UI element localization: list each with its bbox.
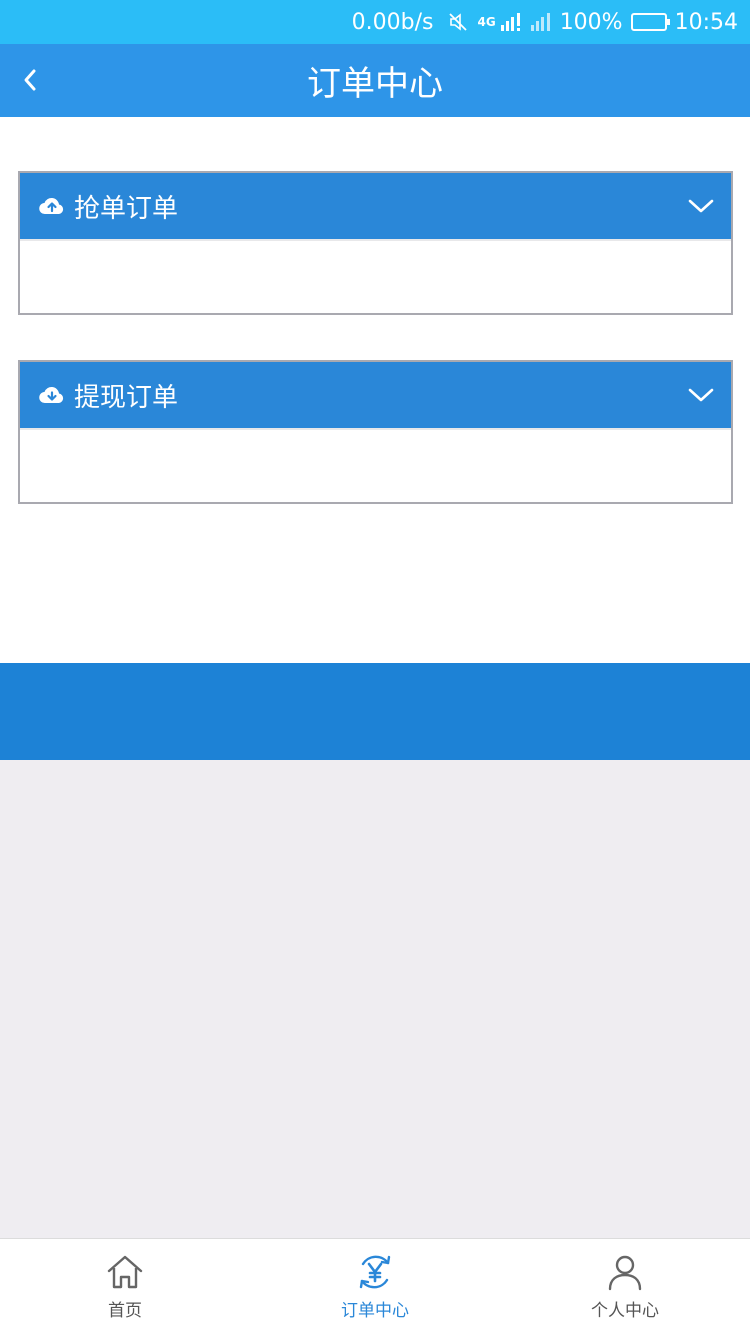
- status-bar: 0.00b/s 4G 100% 10:54: [0, 0, 750, 44]
- cloud-upload-icon: [39, 198, 64, 215]
- page-title: 订单中心: [307, 64, 443, 104]
- user-icon: [608, 1255, 642, 1290]
- battery-icon: [630, 13, 670, 31]
- battery-percent: 100%: [559, 9, 623, 35]
- chevron-down-icon[interactable]: [687, 197, 715, 215]
- grab-orders-header[interactable]: 抢单订单: [20, 173, 731, 241]
- tab-profile-label: 个人中心: [591, 1300, 659, 1321]
- withdraw-orders-header[interactable]: 提现订单: [20, 362, 731, 430]
- signal-icon: [500, 12, 522, 32]
- network-type: 4G: [477, 15, 496, 29]
- main-content: 抢单订单 提现订单: [0, 117, 750, 663]
- tab-order-center-label: 订单中心: [341, 1300, 409, 1321]
- withdraw-orders-label: 提现订单: [74, 382, 179, 413]
- grab-orders-body: [20, 241, 731, 313]
- signal-2-icon: [530, 12, 552, 32]
- yuan-refresh-icon: [359, 1255, 391, 1288]
- withdraw-orders-panel: 提现订单: [18, 360, 733, 504]
- blue-banner: [0, 663, 750, 760]
- mute-icon: [447, 11, 469, 33]
- tab-order-center[interactable]: 订单中心: [250, 1239, 500, 1333]
- tab-profile[interactable]: 个人中心: [500, 1239, 750, 1333]
- chevron-left-icon: [24, 69, 36, 91]
- bottom-tab-bar: 首页 订单中心 个人中心: [0, 1238, 750, 1333]
- chevron-down-icon[interactable]: [687, 386, 715, 404]
- network-speed: 0.00b/s: [351, 9, 434, 35]
- clock: 10:54: [674, 9, 738, 35]
- withdraw-orders-body: [20, 430, 731, 502]
- grab-orders-label: 抢单订单: [74, 193, 179, 224]
- home-icon: [107, 1255, 143, 1288]
- back-button[interactable]: [12, 62, 48, 98]
- nav-bar: 订单中心: [0, 44, 750, 117]
- tab-home[interactable]: 首页: [0, 1239, 250, 1333]
- grab-orders-panel: 抢单订单: [18, 171, 733, 315]
- cloud-download-icon: [39, 387, 64, 404]
- tab-home-label: 首页: [108, 1300, 142, 1321]
